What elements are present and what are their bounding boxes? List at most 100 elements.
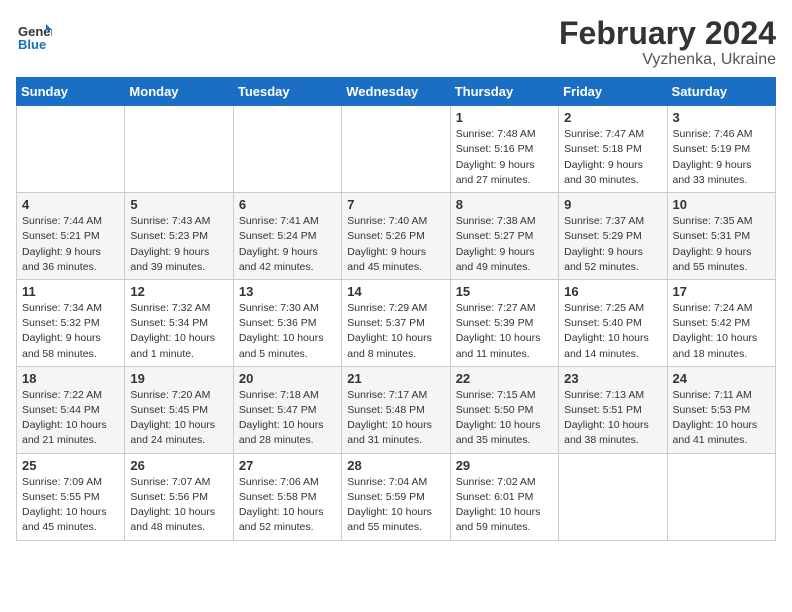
day-info: Sunrise: 7:11 AM Sunset: 5:53 PM Dayligh…	[673, 388, 770, 449]
svg-text:Blue: Blue	[18, 37, 46, 52]
day-number: 17	[673, 284, 770, 299]
day-info: Sunrise: 7:37 AM Sunset: 5:29 PM Dayligh…	[564, 214, 661, 275]
day-info: Sunrise: 7:27 AM Sunset: 5:39 PM Dayligh…	[456, 301, 553, 362]
page-header: General Blue February 2024 Vyzhenka, Ukr…	[16, 16, 776, 69]
calendar-subtitle: Vyzhenka, Ukraine	[559, 51, 776, 69]
day-info: Sunrise: 7:18 AM Sunset: 5:47 PM Dayligh…	[239, 388, 336, 449]
day-number: 9	[564, 197, 661, 212]
week-row-3: 11 Sunrise: 7:34 AM Sunset: 5:32 PM Dayli…	[17, 279, 776, 366]
week-row-2: 4 Sunrise: 7:44 AM Sunset: 5:21 PM Daylig…	[17, 193, 776, 280]
day-cell	[559, 453, 667, 540]
day-cell	[233, 106, 341, 193]
day-number: 29	[456, 458, 553, 473]
logo-icon: General Blue	[16, 16, 52, 52]
day-number: 16	[564, 284, 661, 299]
day-cell: 27 Sunrise: 7:06 AM Sunset: 5:58 PM Dayli…	[233, 453, 341, 540]
weekday-monday: Monday	[125, 78, 233, 106]
day-info: Sunrise: 7:43 AM Sunset: 5:23 PM Dayligh…	[130, 214, 227, 275]
day-number: 1	[456, 110, 553, 125]
day-number: 2	[564, 110, 661, 125]
week-row-1: 1 Sunrise: 7:48 AM Sunset: 5:16 PM Daylig…	[17, 106, 776, 193]
day-info: Sunrise: 7:17 AM Sunset: 5:48 PM Dayligh…	[347, 388, 444, 449]
day-info: Sunrise: 7:46 AM Sunset: 5:19 PM Dayligh…	[673, 127, 770, 188]
day-info: Sunrise: 7:13 AM Sunset: 5:51 PM Dayligh…	[564, 388, 661, 449]
day-number: 4	[22, 197, 119, 212]
day-number: 19	[130, 371, 227, 386]
day-number: 3	[673, 110, 770, 125]
day-info: Sunrise: 7:29 AM Sunset: 5:37 PM Dayligh…	[347, 301, 444, 362]
day-info: Sunrise: 7:04 AM Sunset: 5:59 PM Dayligh…	[347, 475, 444, 536]
day-number: 11	[22, 284, 119, 299]
day-cell: 13Sunrise: 7:30 AM Sunset: 5:36 PM Dayli…	[233, 279, 341, 366]
day-cell: 1 Sunrise: 7:48 AM Sunset: 5:16 PM Daylig…	[450, 106, 558, 193]
day-number: 14	[347, 284, 444, 299]
day-number: 8	[456, 197, 553, 212]
day-number: 27	[239, 458, 336, 473]
day-cell: 29 Sunrise: 7:02 AM Sunset: 6:01 PM Dayli…	[450, 453, 558, 540]
weekday-tuesday: Tuesday	[233, 78, 341, 106]
title-block: February 2024 Vyzhenka, Ukraine	[559, 16, 776, 69]
day-number: 23	[564, 371, 661, 386]
day-cell: 26Sunrise: 7:07 AM Sunset: 5:56 PM Dayli…	[125, 453, 233, 540]
logo: General Blue	[16, 16, 52, 52]
calendar-title: February 2024	[559, 16, 776, 51]
day-info: Sunrise: 7:44 AM Sunset: 5:21 PM Dayligh…	[22, 214, 119, 275]
day-info: Sunrise: 7:02 AM Sunset: 6:01 PM Dayligh…	[456, 475, 553, 536]
day-cell: 3 Sunrise: 7:46 AM Sunset: 5:19 PM Daylig…	[667, 106, 775, 193]
day-cell: 21 Sunrise: 7:17 AM Sunset: 5:48 PM Dayli…	[342, 366, 450, 453]
day-number: 12	[130, 284, 227, 299]
day-number: 22	[456, 371, 553, 386]
week-row-4: 18 Sunrise: 7:22 AM Sunset: 5:44 PM Dayli…	[17, 366, 776, 453]
day-number: 5	[130, 197, 227, 212]
day-info: Sunrise: 7:47 AM Sunset: 5:18 PM Dayligh…	[564, 127, 661, 188]
day-cell	[17, 106, 125, 193]
day-number: 15	[456, 284, 553, 299]
day-cell: 16 Sunrise: 7:25 AM Sunset: 5:40 PM Dayli…	[559, 279, 667, 366]
day-cell: 6 Sunrise: 7:41 AM Sunset: 5:24 PM Daylig…	[233, 193, 341, 280]
day-info: Sunrise: 7:32 AM Sunset: 5:34 PM Dayligh…	[130, 301, 227, 362]
day-cell: 5 Sunrise: 7:43 AM Sunset: 5:23 PM Daylig…	[125, 193, 233, 280]
day-info: Sunrise: 7:06 AM Sunset: 5:58 PM Dayligh…	[239, 475, 336, 536]
day-cell: 7 Sunrise: 7:40 AM Sunset: 5:26 PM Daylig…	[342, 193, 450, 280]
day-number: 25	[22, 458, 119, 473]
day-cell: 19Sunrise: 7:20 AM Sunset: 5:45 PM Dayli…	[125, 366, 233, 453]
day-number: 6	[239, 197, 336, 212]
weekday-saturday: Saturday	[667, 78, 775, 106]
day-info: Sunrise: 7:09 AM Sunset: 5:55 PM Dayligh…	[22, 475, 119, 536]
weekday-friday: Friday	[559, 78, 667, 106]
day-cell: 25 Sunrise: 7:09 AM Sunset: 5:55 PM Dayli…	[17, 453, 125, 540]
day-info: Sunrise: 7:24 AM Sunset: 5:42 PM Dayligh…	[673, 301, 770, 362]
day-cell: 17 Sunrise: 7:24 AM Sunset: 5:42 PM Dayli…	[667, 279, 775, 366]
day-cell: 10Sunrise: 7:35 AM Sunset: 5:31 PM Dayli…	[667, 193, 775, 280]
day-cell: 12 Sunrise: 7:32 AM Sunset: 5:34 PM Dayli…	[125, 279, 233, 366]
day-cell: 9 Sunrise: 7:37 AM Sunset: 5:29 PM Daylig…	[559, 193, 667, 280]
day-number: 18	[22, 371, 119, 386]
day-cell: 15 Sunrise: 7:27 AM Sunset: 5:39 PM Dayli…	[450, 279, 558, 366]
day-info: Sunrise: 7:41 AM Sunset: 5:24 PM Dayligh…	[239, 214, 336, 275]
day-number: 26	[130, 458, 227, 473]
day-number: 28	[347, 458, 444, 473]
day-cell: 22Sunrise: 7:15 AM Sunset: 5:50 PM Dayli…	[450, 366, 558, 453]
day-cell: 14 Sunrise: 7:29 AM Sunset: 5:37 PM Dayli…	[342, 279, 450, 366]
day-info: Sunrise: 7:35 AM Sunset: 5:31 PM Dayligh…	[673, 214, 770, 275]
day-cell: 8Sunrise: 7:38 AM Sunset: 5:27 PM Daylig…	[450, 193, 558, 280]
day-info: Sunrise: 7:48 AM Sunset: 5:16 PM Dayligh…	[456, 127, 553, 188]
day-number: 7	[347, 197, 444, 212]
day-info: Sunrise: 7:40 AM Sunset: 5:26 PM Dayligh…	[347, 214, 444, 275]
weekday-wednesday: Wednesday	[342, 78, 450, 106]
calendar-table: SundayMondayTuesdayWednesdayThursdayFrid…	[16, 77, 776, 540]
day-cell: 23 Sunrise: 7:13 AM Sunset: 5:51 PM Dayli…	[559, 366, 667, 453]
day-number: 21	[347, 371, 444, 386]
day-info: Sunrise: 7:22 AM Sunset: 5:44 PM Dayligh…	[22, 388, 119, 449]
day-info: Sunrise: 7:25 AM Sunset: 5:40 PM Dayligh…	[564, 301, 661, 362]
weekday-header-row: SundayMondayTuesdayWednesdayThursdayFrid…	[17, 78, 776, 106]
day-number: 20	[239, 371, 336, 386]
day-number: 24	[673, 371, 770, 386]
day-number: 13	[239, 284, 336, 299]
day-cell: 4 Sunrise: 7:44 AM Sunset: 5:21 PM Daylig…	[17, 193, 125, 280]
weekday-sunday: Sunday	[17, 78, 125, 106]
week-row-5: 25 Sunrise: 7:09 AM Sunset: 5:55 PM Dayli…	[17, 453, 776, 540]
day-info: Sunrise: 7:34 AM Sunset: 5:32 PM Dayligh…	[22, 301, 119, 362]
weekday-thursday: Thursday	[450, 78, 558, 106]
day-cell: 28 Sunrise: 7:04 AM Sunset: 5:59 PM Dayli…	[342, 453, 450, 540]
